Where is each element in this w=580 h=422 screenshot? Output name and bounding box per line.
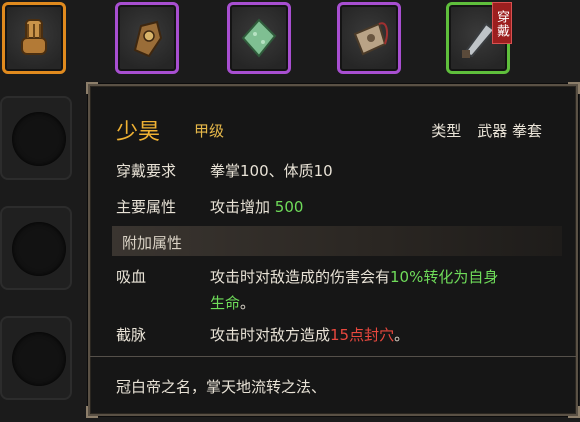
extra-attributes-title: 附加属性 — [122, 234, 183, 252]
extra-attribute-desc: 攻击时对敌方造成 — [210, 326, 331, 344]
extra-attribute-desc: 攻击时对敌造成的伤害会有 — [210, 268, 391, 286]
requirement-value: 拳掌100、体质10 — [210, 162, 333, 180]
inventory-slot-3[interactable] — [227, 2, 291, 74]
extra-attribute-row: 吸血 攻击时对敌造成的伤害会有10%转化为自身 — [116, 266, 498, 287]
empty-slot — [12, 112, 66, 166]
extra-attribute-text: 攻击时对敌方造成15点封穴。 — [210, 324, 409, 345]
empty-slot — [12, 332, 66, 386]
inventory-slot-1[interactable] — [2, 2, 66, 74]
tooltip-corner — [86, 406, 98, 418]
extra-attribute-desc: 。 — [240, 294, 256, 312]
extra-attribute-highlight: 10%转化为自身 — [390, 268, 499, 286]
extra-attribute-highlight: 15点封穴 — [330, 326, 395, 344]
divider — [90, 356, 576, 357]
extra-attribute-row: 截脉 攻击时对敌方造成15点封穴。 — [116, 324, 409, 345]
pouch-icon — [353, 22, 388, 56]
main-attribute-amount: 500 — [274, 198, 304, 216]
extra-attribute-label: 截脉 — [116, 326, 147, 344]
type-label: 类型 — [431, 122, 462, 140]
item-type: 类型 武器 拳套 — [431, 120, 542, 141]
tooltip-corner — [86, 82, 98, 94]
main-attribute-value: 攻击增加 500 — [210, 196, 303, 217]
item-grade: 甲级 — [194, 122, 225, 140]
inventory-slot-7[interactable] — [0, 206, 72, 290]
extra-attribute-highlight: 生命 — [210, 294, 241, 312]
requirement-label: 穿戴要求 — [116, 162, 177, 180]
tooltip-corner — [568, 82, 580, 94]
inventory-slot-8[interactable] — [0, 316, 72, 400]
empty-slot — [12, 222, 66, 276]
tooltip-corner — [568, 406, 580, 418]
gauntlet-icon — [21, 19, 47, 55]
requirement-row: 穿戴要求 拳掌100、体质10 — [116, 160, 333, 181]
main-attribute-prefix: 攻击增加 — [210, 198, 275, 216]
jade-stone-icon — [241, 18, 277, 58]
main-attribute-label: 主要属性 — [116, 198, 177, 216]
inventory-slot-6[interactable] — [0, 96, 72, 180]
extra-attribute-label: 吸血 — [116, 268, 147, 286]
inventory-slot-5[interactable]: 穿戴 — [446, 2, 512, 74]
inventory-slot-4[interactable] — [337, 2, 401, 74]
item-name: 少昊 — [116, 120, 161, 145]
glove-icon — [133, 20, 163, 58]
extra-attribute-desc: 。 — [394, 326, 410, 344]
equipped-badge: 穿戴 — [492, 2, 512, 44]
extra-attributes-header: 附加属性 — [112, 226, 562, 256]
extra-attribute-text: 生命。 — [210, 292, 255, 313]
extra-attribute-text: 攻击时对敌造成的伤害会有10%转化为自身 — [210, 266, 498, 287]
main-attribute-row: 主要属性 攻击增加 500 — [116, 196, 303, 217]
type-value: 武器 拳套 — [477, 122, 542, 140]
inventory-slot-2[interactable] — [115, 2, 179, 74]
item-description: 冠白帝之名，掌天地流转之法、 — [116, 378, 327, 396]
item-tooltip: 少昊 甲级 类型 武器 拳套 穿戴要求 拳掌100、体质10 主要属性 攻击增加 … — [86, 82, 580, 418]
